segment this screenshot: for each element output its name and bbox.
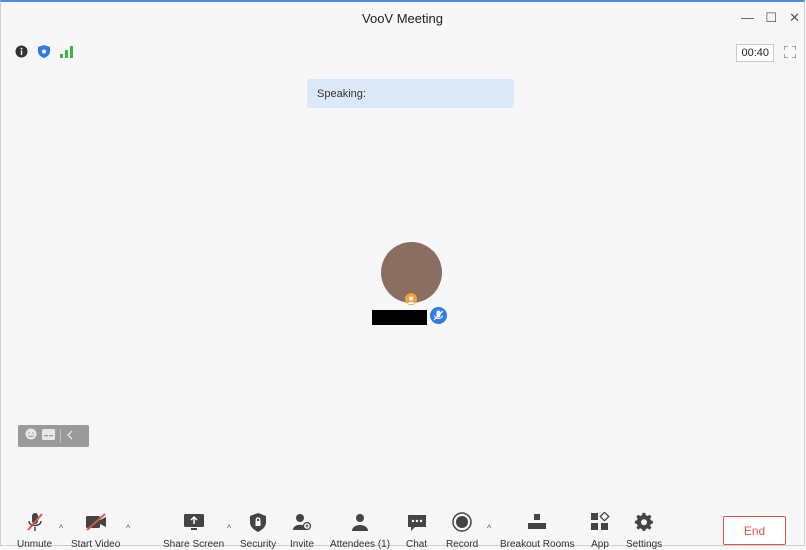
breakout-rooms-button[interactable]: Breakout Rooms bbox=[500, 511, 574, 550]
audio-options-chevron-icon[interactable]: ^ bbox=[59, 523, 63, 533]
settings-label: Settings bbox=[626, 539, 663, 550]
invite-user-icon bbox=[292, 511, 312, 533]
chat-button[interactable]: Chat bbox=[406, 511, 427, 550]
attendees-label: Attendees (1) bbox=[330, 539, 391, 550]
chat-label: Chat bbox=[406, 539, 428, 550]
window-title: VooV Meeting bbox=[362, 11, 443, 26]
participant-name-redacted bbox=[372, 310, 427, 325]
collapse-chevron-icon[interactable] bbox=[66, 427, 74, 445]
fullscreen-icon[interactable] bbox=[783, 45, 797, 59]
host-badge-icon bbox=[405, 293, 417, 305]
invite-label: Invite bbox=[290, 539, 314, 550]
unmute-button[interactable]: Unmute bbox=[17, 511, 52, 550]
attendees-button[interactable]: Attendees (1) bbox=[330, 511, 390, 550]
start-video-button[interactable]: Start Video bbox=[71, 511, 120, 550]
security-button[interactable]: Security bbox=[240, 511, 276, 550]
video-off-icon bbox=[84, 511, 108, 533]
end-meeting-button[interactable]: End bbox=[723, 516, 786, 545]
breakout-rooms-label: Breakout Rooms bbox=[500, 539, 575, 550]
microphone-icon bbox=[430, 307, 447, 324]
start-video-label: Start Video bbox=[71, 539, 121, 550]
close-button[interactable]: ✕ bbox=[789, 10, 800, 26]
share-screen-button[interactable]: Share Screen bbox=[163, 511, 224, 550]
share-screen-label: Share Screen bbox=[163, 539, 225, 550]
attendees-icon bbox=[351, 511, 369, 533]
speaking-banner: Speaking: bbox=[307, 79, 514, 108]
divider bbox=[60, 429, 61, 443]
gear-icon bbox=[634, 511, 654, 533]
security-shield-icon bbox=[250, 511, 267, 533]
title-bar: VooV Meeting — ☐ ✕ bbox=[1, 2, 804, 38]
security-label: Security bbox=[240, 539, 277, 550]
floating-controls bbox=[18, 425, 89, 447]
app-grid-icon bbox=[590, 511, 610, 533]
record-icon bbox=[452, 511, 472, 533]
subtitle-icon[interactable] bbox=[42, 427, 55, 445]
minimize-button[interactable]: — bbox=[741, 10, 754, 25]
meeting-timer: 00:40 bbox=[736, 44, 774, 62]
app-button[interactable]: App bbox=[590, 511, 610, 550]
app-label: App bbox=[591, 539, 609, 550]
video-options-chevron-icon[interactable]: ^ bbox=[126, 523, 130, 533]
record-options-chevron-icon[interactable]: ^ bbox=[487, 523, 491, 533]
chat-icon bbox=[407, 511, 427, 533]
shield-icon[interactable] bbox=[38, 45, 50, 63]
record-button[interactable]: Record bbox=[446, 511, 478, 550]
meeting-info-bar bbox=[15, 45, 73, 63]
unmute-label: Unmute bbox=[17, 539, 53, 550]
meeting-window: VooV Meeting — ☐ ✕ 00:40 Speaking: Unmut… bbox=[0, 0, 805, 550]
emoji-icon[interactable] bbox=[25, 427, 37, 445]
breakout-rooms-icon bbox=[527, 511, 547, 533]
settings-button[interactable]: Settings bbox=[626, 511, 662, 550]
share-screen-icon bbox=[183, 511, 205, 533]
share-options-chevron-icon[interactable]: ^ bbox=[227, 523, 231, 533]
signal-strength-icon[interactable] bbox=[60, 45, 73, 63]
info-icon[interactable] bbox=[15, 45, 28, 63]
meeting-toolbar: Unmute ^ Start Video ^ Share Screen ^ Se… bbox=[1, 507, 804, 550]
muted-microphone-icon bbox=[25, 511, 45, 533]
maximize-button[interactable]: ☐ bbox=[765, 10, 777, 26]
invite-button[interactable]: Invite bbox=[290, 511, 314, 550]
record-label: Record bbox=[446, 539, 479, 550]
